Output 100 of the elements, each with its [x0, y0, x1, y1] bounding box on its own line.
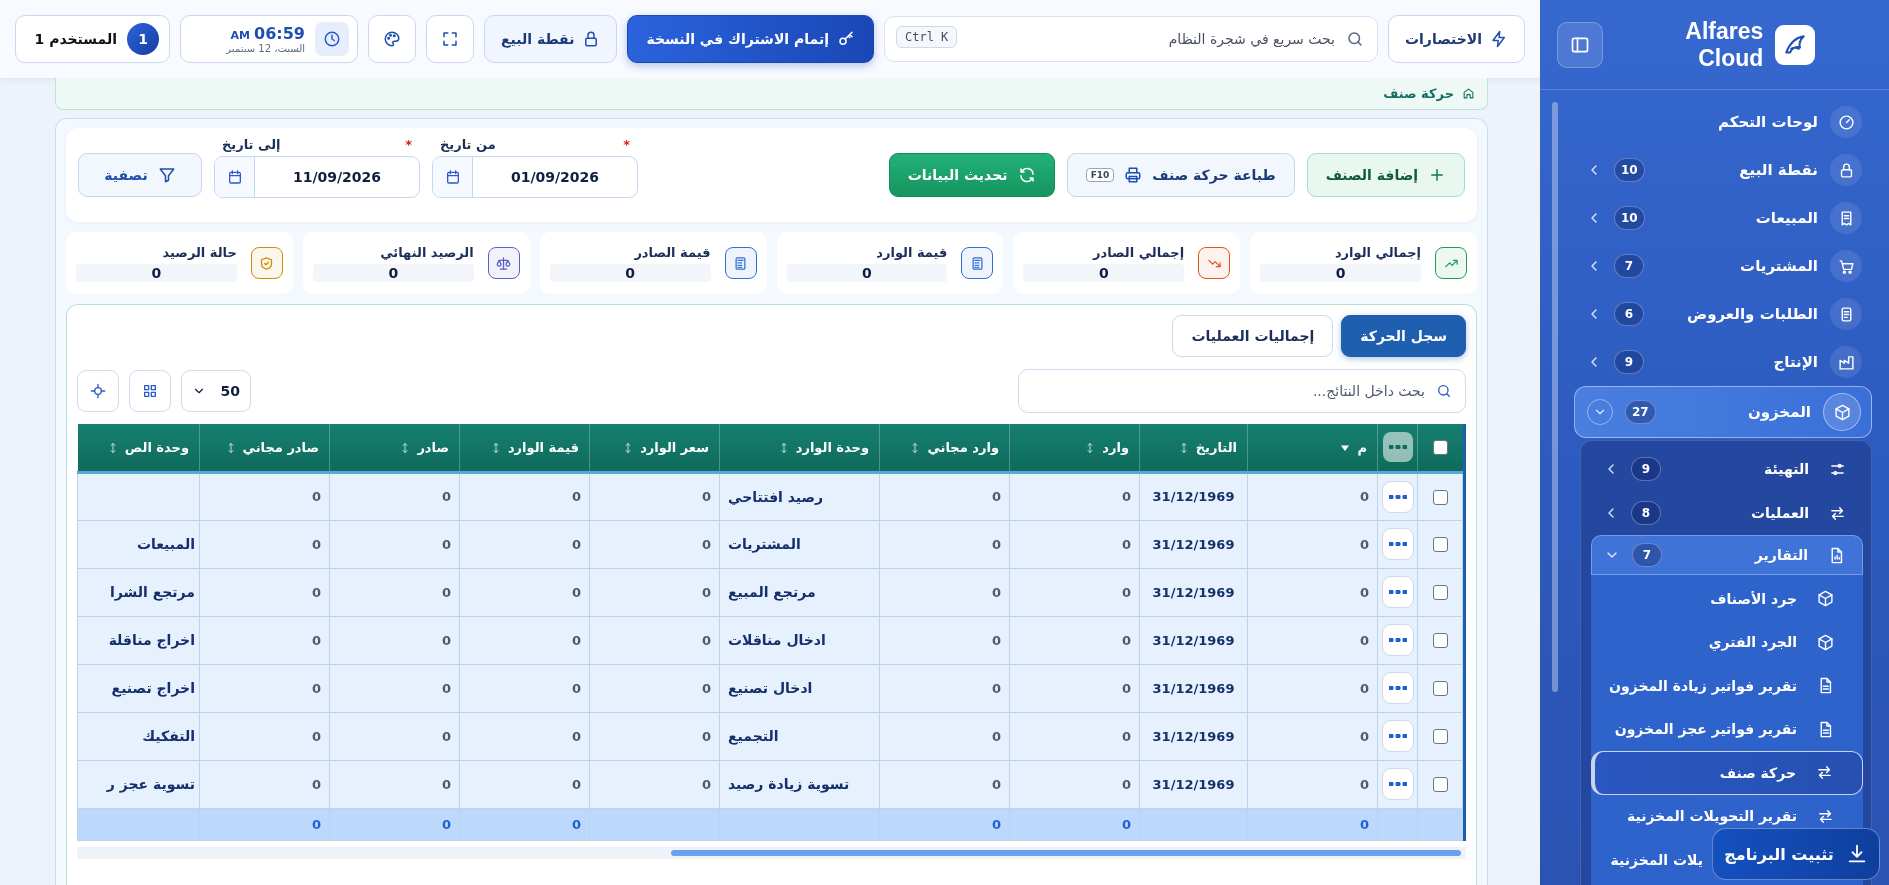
column-header[interactable]: التاريخ	[1139, 424, 1248, 472]
table-cell: 31/12/1969	[1152, 536, 1235, 552]
table-cell: ادخال تصنيع	[728, 680, 813, 696]
checkbox[interactable]	[1432, 633, 1448, 648]
table-cell: 0	[571, 680, 581, 696]
collapse-sidebar-button[interactable]	[1557, 21, 1603, 68]
row-actions-button[interactable]	[1381, 480, 1414, 513]
tab[interactable]: إجماليات العمليات	[1172, 315, 1334, 357]
menu-item[interactable]: تقرير فواتير زيادة المخزون	[1591, 664, 1863, 708]
column-header[interactable]: صادر مجاني	[199, 424, 330, 472]
scale-icon	[496, 255, 512, 271]
filter-button[interactable]: تصفية	[78, 153, 202, 197]
menu-item[interactable]: حركة صنف	[1591, 751, 1863, 795]
tab[interactable]: سجل الحركة	[1341, 315, 1466, 357]
more-icon	[1388, 734, 1407, 738]
clock-date: السبت، 12 سبتمبر	[226, 43, 305, 54]
fullscreen-button[interactable]	[426, 15, 474, 63]
add-item-button[interactable]: إضافة الصنف	[1306, 153, 1465, 197]
table-cell: 0	[571, 489, 581, 504]
table-cell: 31/12/1969	[1152, 728, 1235, 744]
column-header[interactable]: قيمة الوارد	[459, 424, 590, 472]
table-cell: رصيد افتتاحي	[728, 488, 824, 505]
column-header[interactable]: وحدة الص	[77, 424, 200, 472]
column-menu-button[interactable]	[1382, 432, 1413, 463]
plus-icon	[1428, 166, 1446, 184]
horizontal-scrollbar[interactable]	[77, 846, 1466, 859]
table-cell: 0	[1359, 680, 1369, 696]
calculator-icon	[733, 255, 748, 271]
column-header[interactable]: سعر الوارد	[589, 424, 720, 472]
row-actions-button[interactable]	[1381, 624, 1414, 656]
total-cell: 0	[1121, 816, 1131, 832]
search-icon	[1346, 30, 1364, 48]
stat-label: حالة الرصيد	[161, 244, 237, 260]
total-cell: 0	[1359, 816, 1369, 832]
locate-button[interactable]	[77, 370, 119, 412]
install-app-button[interactable]: تثبيت البرنامج	[1712, 828, 1880, 880]
stat-label: إجمالي الصادر	[1091, 244, 1185, 260]
table-cell: 0	[991, 489, 1001, 504]
theme-button[interactable]	[368, 15, 416, 63]
shortcuts-button[interactable]: الاختصارات	[1388, 15, 1525, 63]
table-cell: 0	[1121, 632, 1131, 648]
scrollbar[interactable]	[1552, 102, 1558, 692]
menu-item[interactable]: الجرد الفتري	[1591, 620, 1863, 664]
table-cell: 0	[1121, 776, 1131, 792]
checkbox[interactable]	[1432, 440, 1448, 456]
column-header[interactable]: وارد مجاني	[879, 424, 1010, 472]
table-cell: 0	[1359, 489, 1369, 504]
table-cell: اخراج تصنيع	[111, 680, 195, 696]
count-badge: 27	[1625, 400, 1656, 424]
brand-name: Alfares Cloud	[1684, 17, 1764, 72]
breadcrumb-item[interactable]: حركة صنف	[1383, 86, 1454, 101]
stat-value: 0	[786, 263, 948, 282]
table-cell: مرتجع الشرا	[110, 584, 195, 600]
row-actions-button[interactable]	[1381, 576, 1414, 608]
calendar-icon	[444, 168, 461, 185]
row-actions-button[interactable]	[1381, 672, 1414, 704]
date-field[interactable]: 11/09/2026	[214, 155, 420, 198]
table-cell: 0	[701, 776, 711, 792]
table-cell: 0	[701, 584, 711, 600]
row-actions-button[interactable]	[1381, 768, 1414, 800]
menu-item[interactable]: لوحات التحكم	[1574, 98, 1872, 146]
shield-icon	[259, 255, 275, 271]
table-cell: 31/12/1969	[1152, 776, 1235, 792]
table-cell: 0	[311, 728, 321, 744]
checkbox[interactable]	[1432, 489, 1448, 505]
count-badge: 9	[1631, 457, 1661, 481]
menu-item[interactable]: تقرير فواتير عجز المخزون	[1591, 707, 1863, 751]
more-icon	[1388, 542, 1407, 546]
grid-view-button[interactable]	[129, 370, 171, 412]
checkbox[interactable]	[1432, 777, 1448, 792]
checkbox[interactable]	[1432, 729, 1448, 744]
column-header[interactable]: م	[1247, 424, 1378, 472]
date-field[interactable]: 01/09/2026	[432, 155, 638, 198]
column-header[interactable]: صادر	[329, 424, 460, 472]
stat-label: إجمالي الوارد	[1333, 244, 1421, 260]
table-cell: 0	[441, 536, 451, 552]
table-cell: تسوية زيادة رصيد	[728, 776, 850, 792]
search-field[interactable]: بحث داخل النتائج...	[1018, 369, 1466, 413]
point-of-sale-button[interactable]: نقطة البيع	[484, 15, 618, 63]
table-cell: 0	[311, 584, 321, 600]
table-cell: 0	[571, 632, 581, 648]
checkbox[interactable]	[1432, 681, 1448, 696]
menu-item[interactable]: يلات المخزنية	[1591, 838, 1709, 882]
checkbox[interactable]	[1432, 537, 1448, 552]
table-cell: 0	[571, 728, 581, 744]
row-actions-button[interactable]	[1381, 528, 1414, 560]
stat-value: 0	[76, 263, 237, 282]
column-header[interactable]: وحدة الوارد	[719, 424, 880, 472]
column-header[interactable]: وارد	[1009, 424, 1140, 472]
menu-item[interactable]: جرد الأصناف	[1591, 577, 1863, 621]
table-cell: 31/12/1969	[1152, 632, 1235, 648]
table-cell: 0	[991, 584, 1001, 600]
table-cell: 0	[571, 536, 581, 552]
table-cell: 0	[571, 776, 581, 792]
checkbox[interactable]	[1432, 585, 1448, 600]
table-cell: ادخال مناقلات	[728, 632, 826, 648]
stat-label: قيمة الصادر	[633, 244, 711, 260]
row-actions-button[interactable]	[1381, 720, 1414, 752]
subscribe-button[interactable]: إتمام الاشتراك في النسخة	[627, 15, 874, 63]
page-size-select[interactable]: 50	[181, 370, 251, 412]
